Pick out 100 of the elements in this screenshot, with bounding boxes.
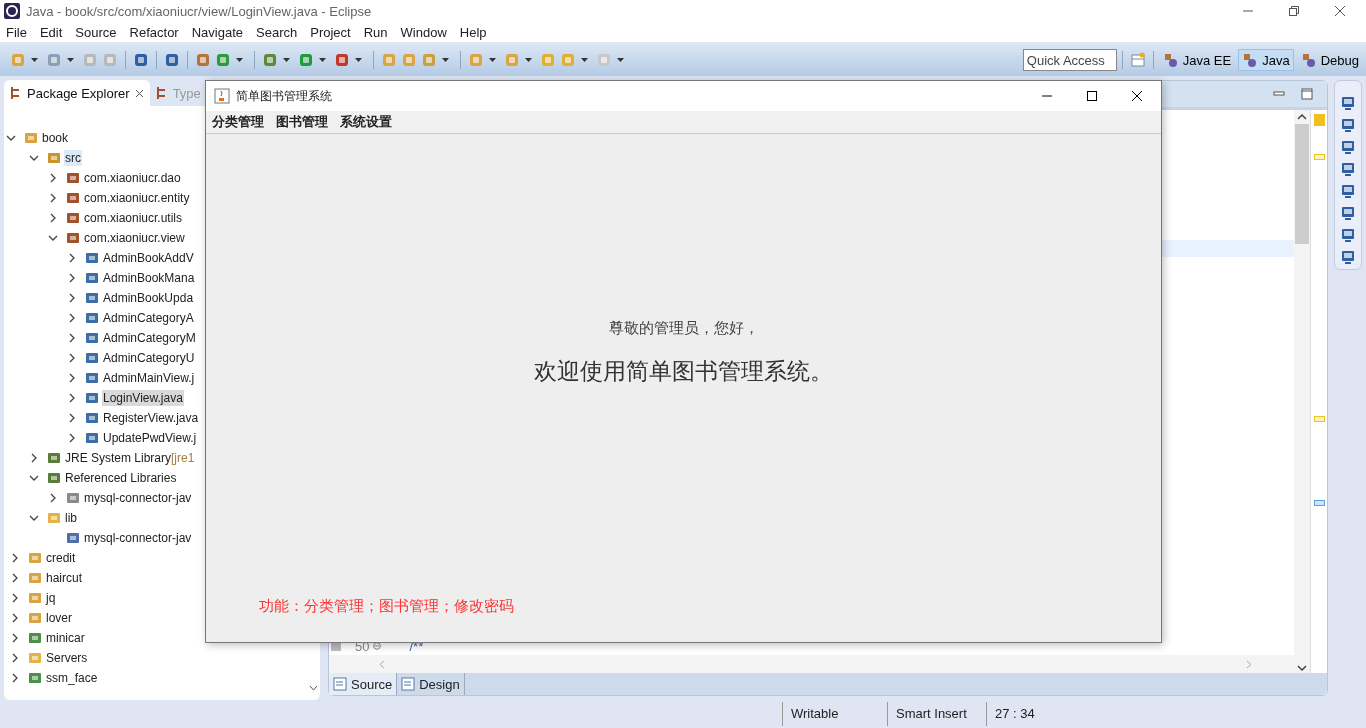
expand-toggle-icon[interactable]: [67, 373, 77, 383]
dropdown-caret-icon[interactable]: [581, 58, 588, 62]
close-icon[interactable]: [1334, 5, 1346, 17]
menu-item[interactable]: File: [6, 24, 27, 40]
dropdown-caret-icon[interactable]: [442, 58, 449, 62]
tree-item[interactable]: RegisterView.java: [102, 410, 200, 426]
tree-item[interactable]: AdminCategoryA: [102, 310, 195, 326]
dropdown-caret-icon[interactable]: [617, 58, 624, 62]
menu-item[interactable]: Search: [256, 24, 298, 40]
scroll-down-icon[interactable]: [1297, 665, 1307, 671]
editor-tab[interactable]: Design: [397, 673, 465, 695]
expand-toggle-icon[interactable]: [48, 493, 58, 503]
warning-marker[interactable]: [1313, 416, 1325, 422]
scroll-down-icon[interactable]: [309, 685, 318, 691]
tree-item[interactable]: mysql-connector-jav: [83, 490, 193, 506]
dropdown-caret-icon[interactable]: [319, 58, 326, 62]
expand-toggle-icon[interactable]: [29, 153, 39, 163]
tree-item[interactable]: haircut: [45, 570, 84, 586]
expand-toggle-icon[interactable]: [67, 293, 77, 303]
menu-item[interactable]: Refactor: [129, 24, 179, 40]
minimize-icon[interactable]: [1273, 90, 1285, 98]
menu-item[interactable]: 系统设置: [340, 113, 392, 131]
expand-toggle-icon[interactable]: [10, 573, 20, 583]
dropdown-caret-icon[interactable]: [489, 58, 496, 62]
search-marker[interactable]: [1313, 500, 1325, 506]
tree-item[interactable]: AdminCategoryU: [102, 350, 196, 366]
tree-item[interactable]: src: [64, 150, 82, 166]
tree-item[interactable]: minicar: [45, 630, 86, 646]
scroll-up-icon[interactable]: [1297, 114, 1307, 120]
expand-toggle-icon[interactable]: [10, 673, 20, 683]
expand-toggle-icon[interactable]: [10, 553, 20, 563]
expand-toggle-icon[interactable]: [48, 173, 58, 183]
tree-item[interactable]: AdminBookUpda: [102, 290, 195, 306]
menu-item[interactable]: Navigate: [191, 24, 243, 40]
expand-toggle-icon[interactable]: [67, 393, 77, 403]
view-tab[interactable]: Package Explorer: [4, 80, 150, 106]
expand-toggle-icon[interactable]: [10, 613, 20, 623]
dropdown-caret-icon[interactable]: [525, 58, 532, 62]
quick-access-field[interactable]: Quick Access: [1022, 49, 1117, 71]
menu-item[interactable]: Edit: [39, 24, 63, 40]
expand-toggle-icon[interactable]: [67, 313, 77, 323]
editor-tab[interactable]: Source: [329, 673, 398, 695]
tree-item[interactable]: com.xiaoniucr.entity: [83, 190, 191, 206]
expand-toggle-icon[interactable]: [48, 213, 58, 223]
dropdown-caret-icon[interactable]: [67, 58, 74, 62]
warning-marker[interactable]: [1313, 114, 1325, 126]
expand-toggle-icon[interactable]: [29, 473, 39, 483]
perspective-button[interactable]: Debug: [1296, 49, 1363, 71]
tree-item[interactable]: Servers: [45, 650, 89, 666]
tree-item[interactable]: ssm_face: [45, 670, 99, 686]
tree-item[interactable]: AdminCategoryM: [102, 330, 197, 346]
dropdown-caret-icon[interactable]: [283, 58, 290, 62]
tree-item[interactable]: LoginView.java: [102, 390, 184, 406]
perspective-button[interactable]: Java: [1238, 49, 1294, 71]
menu-item[interactable]: Window: [400, 24, 447, 40]
tree-item[interactable]: UpdatePwdView.j: [102, 430, 198, 446]
dropdown-caret-icon[interactable]: [355, 58, 362, 62]
expand-toggle-icon[interactable]: [67, 253, 77, 263]
tree-item[interactable]: lib: [64, 510, 78, 526]
tree-item[interactable]: AdminBookMana: [102, 270, 196, 286]
tree-item[interactable]: AdminBookAddV: [102, 250, 195, 266]
tree-item[interactable]: com.xiaoniucr.dao: [83, 170, 182, 186]
expand-toggle-icon[interactable]: [67, 273, 77, 283]
menu-item[interactable]: Run: [363, 24, 388, 40]
tree-item[interactable]: mysql-connector-jav: [83, 530, 193, 546]
dropdown-caret-icon[interactable]: [31, 58, 38, 62]
close-icon[interactable]: [134, 88, 144, 98]
tree-item[interactable]: JRE System Library[jre1: [64, 450, 196, 466]
tree-item[interactable]: com.xiaoniucr.view: [83, 230, 186, 246]
fold-icon[interactable]: [373, 642, 382, 650]
expand-toggle-icon[interactable]: [67, 353, 77, 363]
expand-toggle-icon[interactable]: [10, 633, 20, 643]
scrollbar-thumb[interactable]: [1295, 124, 1309, 244]
tree-item[interactable]: book: [41, 130, 70, 146]
expand-toggle-icon[interactable]: [29, 513, 39, 523]
maximize-icon[interactable]: [1086, 90, 1098, 102]
expand-toggle-icon[interactable]: [67, 433, 77, 443]
close-icon[interactable]: [1131, 90, 1143, 102]
menu-item[interactable]: 分类管理: [212, 113, 264, 131]
tree-item[interactable]: AdminMainView.j: [102, 370, 196, 386]
dropdown-caret-icon[interactable]: [236, 58, 243, 62]
expand-toggle-icon[interactable]: [10, 593, 20, 603]
tree-item[interactable]: credit: [45, 550, 77, 566]
expand-toggle-icon[interactable]: [29, 453, 39, 463]
perspective-button[interactable]: Java EE: [1158, 49, 1236, 71]
tree-item[interactable]: jq: [45, 590, 57, 606]
expand-toggle-icon[interactable]: [48, 193, 58, 203]
warning-marker[interactable]: [1313, 154, 1325, 160]
menu-item[interactable]: 图书管理: [276, 113, 328, 131]
expand-toggle-icon[interactable]: [67, 413, 77, 423]
expand-toggle-icon[interactable]: [48, 233, 58, 243]
menu-item[interactable]: Project: [310, 24, 351, 40]
expand-toggle-icon[interactable]: [67, 333, 77, 343]
menu-item[interactable]: Help: [459, 24, 487, 40]
tree-item[interactable]: com.xiaoniucr.utils: [83, 210, 184, 226]
tree-item[interactable]: lover: [45, 610, 73, 626]
expand-toggle-icon[interactable]: [6, 133, 16, 143]
expand-toggle-icon[interactable]: [10, 653, 20, 663]
menu-item[interactable]: Source: [75, 24, 117, 40]
tree-item[interactable]: Referenced Libraries: [64, 470, 178, 486]
